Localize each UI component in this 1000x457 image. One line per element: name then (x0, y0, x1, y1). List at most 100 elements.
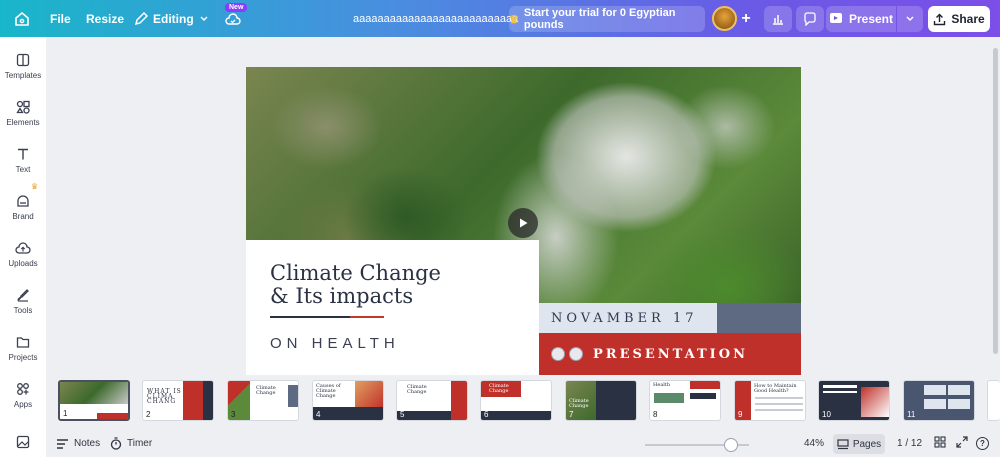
trial-button[interactable]: ♛ Start your trial for 0 Egyptian pounds (509, 6, 705, 32)
page-thumbnail[interactable]: 10 (818, 380, 890, 421)
comment-icon (804, 12, 816, 26)
page-thumbnail[interactable] (987, 380, 1000, 421)
new-badge: New (225, 3, 248, 12)
circle-icon (569, 347, 583, 361)
add-collaborator-button[interactable]: + (734, 6, 758, 32)
grid-view-button[interactable] (934, 436, 946, 451)
page-thumbnail[interactable]: 11 (903, 380, 975, 421)
elements-icon (16, 100, 30, 114)
share-button[interactable]: Share (928, 6, 990, 32)
sidebar-item-label: Apps (13, 400, 33, 409)
folder-icon (16, 337, 30, 348)
title-box[interactable]: Climate Change & Its impacts ON HEALTH (246, 240, 539, 375)
sidebar-item-text[interactable]: Text (0, 147, 46, 174)
presentation-label: PRESENTATION (593, 346, 748, 362)
comments-button[interactable] (796, 6, 824, 32)
home-button[interactable] (14, 0, 30, 37)
page-thumbnail[interactable]: Climate Change 7 (565, 380, 637, 421)
timer-button[interactable]: Timer (110, 437, 152, 450)
document-title[interactable]: aaaaaaaaaaaaaaaaaaaaaaaaaaa (353, 0, 518, 37)
vertical-scrollbar[interactable] (993, 48, 998, 354)
thumb-text: Climate Change (256, 385, 276, 396)
sidebar-item-tools[interactable]: Tools (0, 288, 46, 315)
pages-label: Pages (852, 438, 882, 450)
thumb-text: Climate Change (569, 398, 589, 409)
sidebar-item-apps[interactable]: Apps (0, 382, 46, 409)
page-thumbnail[interactable]: Climate Change 3 (227, 380, 299, 421)
thumb-text: How to Maintain Good Health? (754, 383, 797, 394)
zoom-slider-handle[interactable] (724, 438, 738, 452)
sidebar-item-label: Projects (8, 353, 38, 362)
cloud-check-icon (225, 12, 241, 25)
file-label: File (50, 11, 71, 26)
thumb-text: WHAT IS CLIMA CHANG (147, 388, 182, 405)
trial-label: Start your trial for 0 Egyptian pounds (523, 7, 676, 31)
page-number: 7 (569, 410, 574, 419)
page-thumbnail[interactable]: How to Maintain Good Health? 9 (734, 380, 806, 421)
page-thumbnail[interactable]: WHAT IS CLIMA CHANG 2 (142, 380, 214, 421)
sidebar-item-uploads[interactable]: Uploads (0, 241, 46, 268)
fullscreen-button[interactable] (956, 436, 968, 451)
slide-canvas[interactable]: Climate Change & Its impacts ON HEALTH N… (246, 67, 801, 375)
top-bar: File Resize Editing New aaaaaaaaaaaaaaaa… (0, 0, 1000, 37)
present-options-button[interactable] (897, 6, 923, 32)
circle-icon (551, 347, 565, 361)
thumb-text: Causes of Climate Change (316, 383, 341, 399)
present-button[interactable]: Present (826, 6, 896, 32)
page-number: 2 (146, 410, 151, 419)
thumb-text: Health (653, 382, 671, 388)
sidebar-item-photos[interactable] (0, 435, 46, 449)
date-text[interactable]: NOVAMBER 17 (539, 303, 717, 333)
sidebar-item-label: Brand (12, 212, 34, 221)
doc-title-text: aaaaaaaaaaaaaaaaaaaaaaaaaaa (353, 12, 519, 25)
bottom-bar: Notes Timer 44% Pages 1 / 12 ? (46, 430, 1000, 457)
resize-button[interactable]: Resize (86, 0, 124, 37)
timer-label: Timer (127, 438, 153, 449)
insights-button[interactable] (764, 6, 792, 32)
home-icon (15, 11, 29, 26)
grid-icon (934, 436, 946, 448)
page-number: 5 (400, 410, 405, 419)
plus-icon: + (741, 10, 751, 27)
play-video-button[interactable] (508, 208, 538, 238)
notes-button[interactable]: Notes (56, 438, 100, 450)
page-thumbnail[interactable]: Health 8 (649, 380, 721, 421)
page-number: 3 (231, 410, 236, 419)
file-menu[interactable]: File (50, 0, 71, 37)
sidebar-item-label: Templates (4, 71, 42, 80)
pages-button[interactable]: Pages (833, 434, 885, 454)
text-icon (18, 148, 28, 160)
zoom-level[interactable]: 44% (804, 438, 824, 449)
apps-icon (17, 383, 29, 395)
page-thumbnail[interactable]: 1 (58, 380, 130, 421)
sidebar: Templates Elements Text ♛ Brand Uploads … (0, 37, 46, 457)
notes-icon (57, 438, 68, 449)
resize-label: Resize (86, 11, 125, 26)
sidebar-item-label: Uploads (8, 259, 38, 268)
brand-icon (17, 195, 29, 207)
slide-title[interactable]: Climate Change & Its impacts (270, 262, 441, 308)
sidebar-item-brand[interactable]: Brand (0, 194, 46, 221)
editing-mode-menu[interactable]: Editing (134, 0, 209, 37)
thumb-text: Climate Change (407, 384, 427, 395)
title-underline (270, 316, 384, 318)
chevron-down-icon (906, 16, 914, 22)
page-thumbnail[interactable]: Climate Change 6 (480, 380, 552, 421)
page-number: 11 (907, 410, 916, 419)
page-counter: 1 / 12 (897, 438, 923, 449)
help-button[interactable]: ? (976, 437, 989, 450)
image-icon (16, 435, 30, 449)
present-label: Present (848, 12, 894, 26)
expand-icon (956, 436, 968, 448)
sidebar-item-templates[interactable]: Templates (0, 53, 46, 80)
bar-chart-icon (773, 15, 783, 25)
page-thumbnail[interactable]: Climate Change 5 (396, 380, 468, 421)
sidebar-item-projects[interactable]: Projects (0, 335, 46, 362)
sidebar-item-elements[interactable]: Elements (0, 100, 46, 127)
page-thumbnail[interactable]: Causes of Climate Change 4 (312, 380, 384, 421)
presentation-banner[interactable]: PRESENTATION (539, 333, 801, 375)
slide-subtitle[interactable]: ON HEALTH (270, 335, 400, 352)
present-icon (829, 13, 842, 23)
templates-icon (16, 53, 30, 67)
sidebar-item-label: Tools (13, 306, 33, 315)
